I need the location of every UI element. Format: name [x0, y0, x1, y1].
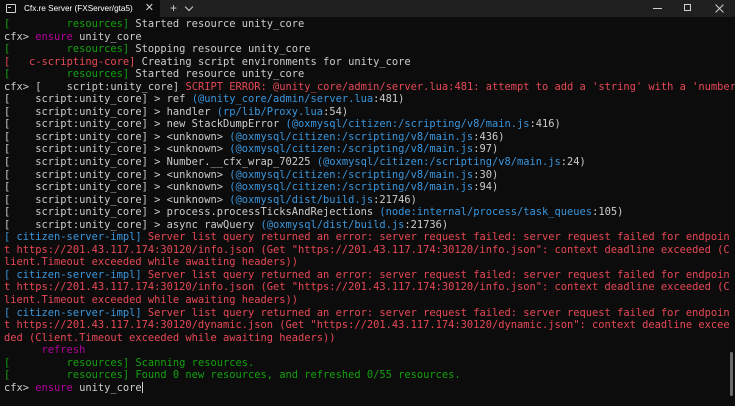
scrollbar-thumb[interactable] [730, 352, 733, 396]
stack-trace-line: [ script:unity_core] > <unknown> (@oxmys… [4, 193, 417, 206]
text-cursor [141, 381, 143, 393]
terminal-icon [6, 4, 16, 13]
command-line: refresh [4, 344, 86, 357]
console-output[interactable]: [ resources] Started resource unity_core… [0, 18, 735, 406]
stack-trace-line: [ script:unity_core] > process.processTi… [4, 206, 624, 219]
stack-trace-line: [ script:unity_core] > handler (rp/lib/P… [4, 105, 349, 118]
minimize-button[interactable] [642, 0, 673, 17]
log-line: [ c-scripting-core] Creating script envi… [4, 55, 411, 68]
maximize-icon [684, 4, 691, 11]
chevron-down-icon[interactable] [184, 2, 194, 11]
title-bar: Cfx.re Server (FXServer/gta5) ✕ + [0, 0, 735, 17]
script-error-line: cfx> [ script:unity_core] SCRIPT ERROR: … [4, 80, 735, 93]
log-line: [ resources] Found 0 new resources, and … [4, 369, 461, 382]
log-line: [ resources] Started resource unity_core [4, 18, 305, 30]
command-prompt[interactable]: cfx> ensure unity_core [4, 381, 735, 395]
log-line: [ resources] Scanning resources. [4, 356, 255, 369]
command-line: cfx> ensure unity_core [4, 30, 142, 43]
stack-trace-line: [ script:unity_core] > <unknown> (@oxmys… [4, 130, 505, 143]
stack-trace-line: [ script:unity_core] > ref (@unity_core/… [4, 93, 405, 106]
tab-fxserver[interactable]: Cfx.re Server (FXServer/gta5) ✕ [0, 0, 160, 17]
maximize-button[interactable] [673, 0, 704, 17]
stack-trace-line: [ script:unity_core] > <unknown> (@oxmys… [4, 143, 499, 156]
new-tab-button[interactable]: + [170, 0, 177, 17]
stack-trace-line: [ script:unity_core] > async rawQuery (@… [4, 218, 449, 231]
stack-trace: [ script:unity_core] > ref (@unity_core/… [4, 93, 735, 231]
close-button[interactable] [704, 0, 735, 17]
stack-trace-line: [ script:unity_core] > <unknown> (@oxmys… [4, 181, 499, 194]
server-list-error: [ citizen-server-impl] Server list query… [4, 268, 730, 307]
server-list-error: [ citizen-server-impl] Server list query… [4, 306, 730, 344]
tab-close-button[interactable]: ✕ [145, 0, 154, 17]
log-line: [ resources] Stopping resource unity_cor… [4, 43, 311, 56]
stack-trace-line: [ script:unity_core] > new StackDumpErro… [4, 118, 561, 131]
stack-trace-line: [ script:unity_core] > Number.__cfx_wrap… [4, 156, 586, 169]
stack-trace-line: [ script:unity_core] > <unknown> (@oxmys… [4, 168, 499, 181]
tab-title: Cfx.re Server (FXServer/gta5) [24, 4, 133, 13]
log-line: [ resources] Started resource unity_core [4, 68, 305, 81]
window-controls [642, 0, 735, 17]
server-list-error: [ citizen-server-impl] Server list query… [4, 231, 730, 269]
minimize-icon [653, 8, 662, 9]
